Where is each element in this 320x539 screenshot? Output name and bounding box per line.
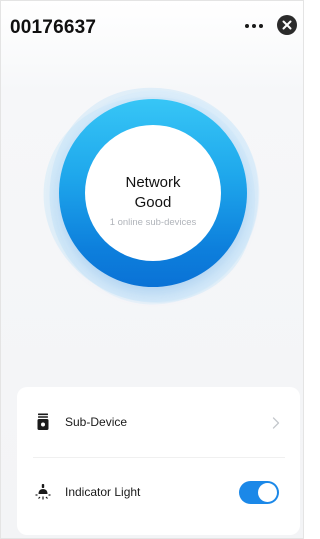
indicator-light-row: Indicator Light xyxy=(17,465,300,521)
network-status-line1: Network xyxy=(125,174,181,191)
settings-card: Sub-Device Indicator Light xyxy=(17,387,300,535)
network-ring: Network Good 1 online sub-devices xyxy=(59,99,247,287)
light-icon xyxy=(35,484,51,500)
sub-device-icon xyxy=(37,413,49,430)
more-horizontal-icon[interactable] xyxy=(245,23,263,29)
header-bar: 00176637 xyxy=(1,1,303,45)
device-screen: 00176637 Network Good 1 online sub-devic… xyxy=(0,0,304,539)
device-title: 00176637 xyxy=(10,17,97,38)
network-status-center: Network Good 1 online sub-devices xyxy=(85,125,221,261)
network-status-line2: Good xyxy=(134,194,172,211)
close-button[interactable] xyxy=(277,15,297,35)
sub-device-label: Sub-Device xyxy=(65,415,128,429)
divider xyxy=(33,457,285,458)
online-sub-devices-count: 1 online sub-devices xyxy=(109,217,197,228)
close-icon xyxy=(282,20,292,30)
chevron-right-icon xyxy=(272,417,280,429)
indicator-light-label: Indicator Light xyxy=(65,485,141,499)
network-status-graphic: Network Good 1 online sub-devices xyxy=(8,49,303,345)
indicator-light-toggle[interactable] xyxy=(239,481,279,504)
toggle-knob xyxy=(258,483,277,502)
sub-device-row[interactable]: Sub-Device xyxy=(17,395,300,451)
network-status-text: Network Good xyxy=(85,173,221,213)
